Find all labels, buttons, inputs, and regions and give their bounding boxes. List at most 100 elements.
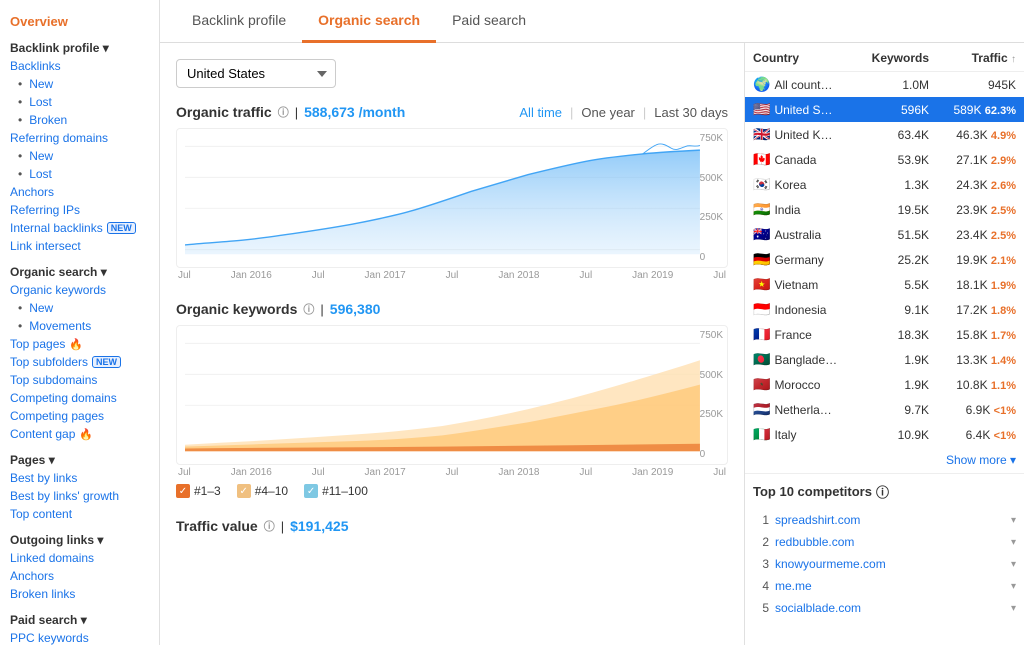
legend-item-11-100: ✓ #11–100 <box>304 484 368 498</box>
chart-y-labels-traffic: 750K 500K 250K 0 <box>700 129 723 267</box>
sidebar-item-internal-backlinks[interactable]: Internal backlinks NEW <box>0 219 159 237</box>
time-filter-all-time[interactable]: All time <box>519 105 562 120</box>
main-area: Backlink profile Organic search Paid sea… <box>160 0 1024 645</box>
list-item: 4 me.me ▾ <box>753 575 1016 597</box>
sidebar-item-link-intersect[interactable]: Link intersect <box>0 237 159 255</box>
country-cell: 🇲🇦Morocco <box>745 372 856 397</box>
time-filter-last-30-days[interactable]: Last 30 days <box>654 105 728 120</box>
sidebar-item-top-subdomains[interactable]: Top subdomains <box>0 371 159 389</box>
table-row[interactable]: 🇳🇱Netherla…9.7K6.9K <1% <box>745 397 1024 422</box>
organic-traffic-info-icon[interactable]: ⓘ <box>278 104 289 120</box>
table-row[interactable]: 🇨🇦Canada53.9K27.1K 2.9% <box>745 147 1024 172</box>
competitor-dropdown-icon[interactable]: ▾ <box>1011 537 1016 548</box>
organic-keywords-header: Organic keywords ⓘ | 596,380 <box>176 301 728 317</box>
table-row[interactable]: 🇻🇳Vietnam5.5K18.1K 1.9% <box>745 272 1024 297</box>
legend-item-4-10: ✓ #4–10 <box>237 484 288 498</box>
charts-panel: United States All countries United Kingd… <box>160 43 744 645</box>
sidebar-item-referring-domains[interactable]: Referring domains <box>0 129 159 147</box>
sidebar-item-top-pages[interactable]: Top pages 🔥 <box>0 335 159 353</box>
organic-traffic-title: Organic traffic ⓘ | 588,673 /month <box>176 104 405 120</box>
organic-traffic-chart: 750K 500K 250K 0 <box>176 128 728 268</box>
keywords-cell: 19.5K <box>856 197 937 222</box>
sidebar-section-organic-search[interactable]: Organic search ▾ <box>0 259 159 281</box>
tab-paid-search[interactable]: Paid search <box>436 0 542 43</box>
organic-keywords-title: Organic keywords ⓘ | 596,380 <box>176 301 380 317</box>
sidebar-item-top-subfolders[interactable]: Top subfolders NEW <box>0 353 159 371</box>
traffic-value-info-icon[interactable]: ⓘ <box>264 518 275 534</box>
competitor-dropdown-icon[interactable]: ▾ <box>1011 559 1016 570</box>
sidebar-section-paid-search[interactable]: Paid search ▾ <box>0 607 159 629</box>
table-row[interactable]: 🇮🇹Italy10.9K6.4K <1% <box>745 422 1024 447</box>
sidebar-item-referring-ips[interactable]: Referring IPs <box>0 201 159 219</box>
sidebar-item-organic-keywords[interactable]: Organic keywords <box>0 281 159 299</box>
sidebar-section-backlink-profile[interactable]: Backlink profile ▾ <box>0 35 159 57</box>
sidebar-item-competing-pages[interactable]: Competing pages <box>0 407 159 425</box>
traffic-cell: 6.9K <1% <box>937 397 1024 422</box>
competitor-dropdown-icon[interactable]: ▾ <box>1011 515 1016 526</box>
sidebar-section-outgoing-links[interactable]: Outgoing links ▾ <box>0 527 159 549</box>
legend-check-11-100[interactable]: ✓ <box>304 484 318 498</box>
country-cell: 🇰🇷Korea <box>745 172 856 197</box>
table-row[interactable]: 🇮🇳India19.5K23.9K 2.5% <box>745 197 1024 222</box>
sidebar-item-anchors[interactable]: Anchors <box>0 183 159 201</box>
sidebar-item-broken-links[interactable]: Broken links <box>0 585 159 603</box>
competitor-num: 1 <box>753 513 769 527</box>
sidebar-item-competing-domains[interactable]: Competing domains <box>0 389 159 407</box>
sidebar-item-outgoing-anchors[interactable]: Anchors <box>0 567 159 585</box>
table-row[interactable]: 🇲🇦Morocco1.9K10.8K 1.1% <box>745 372 1024 397</box>
sidebar-item-content-gap[interactable]: Content gap 🔥 <box>0 425 159 443</box>
sidebar-item-backlinks-lost[interactable]: Lost <box>0 93 159 111</box>
keywords-cell: 1.9K <box>856 372 937 397</box>
sidebar-section-pages[interactable]: Pages ▾ <box>0 447 159 469</box>
tab-organic-search[interactable]: Organic search <box>302 0 436 43</box>
sidebar-item-backlinks-broken[interactable]: Broken <box>0 111 159 129</box>
table-row[interactable]: 🇫🇷France18.3K15.8K 1.7% <box>745 322 1024 347</box>
legend-check-1-3[interactable]: ✓ <box>176 484 190 498</box>
competitor-num: 2 <box>753 535 769 549</box>
competitor-num: 4 <box>753 579 769 593</box>
table-row[interactable]: 🇦🇺Australia51.5K23.4K 2.5% <box>745 222 1024 247</box>
organic-traffic-chart-container: Organic traffic ⓘ | 588,673 /month All t… <box>176 104 728 281</box>
table-row[interactable]: 🇧🇩Banglade…1.9K13.3K 1.4% <box>745 347 1024 372</box>
country-cell: 🇧🇩Banglade… <box>745 347 856 372</box>
sidebar-item-best-by-links[interactable]: Best by links <box>0 469 159 487</box>
table-row[interactable]: 🌍All count…1.0M945K <box>745 72 1024 98</box>
traffic-cell: 23.4K 2.5% <box>937 222 1024 247</box>
sidebar-item-organic-keywords-movements[interactable]: Movements <box>0 317 159 335</box>
table-row[interactable]: 🇩🇪Germany25.2K19.9K 2.1% <box>745 247 1024 272</box>
sidebar-item-top-content[interactable]: Top content <box>0 505 159 523</box>
time-filter-one-year[interactable]: One year <box>581 105 634 120</box>
competitor-link[interactable]: spreadshirt.com <box>775 513 1005 527</box>
sidebar-item-best-by-links-growth[interactable]: Best by links' growth <box>0 487 159 505</box>
country-cell: 🇩🇪Germany <box>745 247 856 272</box>
country-table: Country Keywords Traffic ↑ 🌍All count…1.… <box>745 43 1024 447</box>
sidebar-item-organic-keywords-new[interactable]: New <box>0 299 159 317</box>
competitor-link[interactable]: socialblade.com <box>775 601 1005 615</box>
sidebar-item-referring-domains-new[interactable]: New <box>0 147 159 165</box>
legend-check-4-10[interactable]: ✓ <box>237 484 251 498</box>
sidebar-item-backlinks-new[interactable]: New <box>0 75 159 93</box>
tab-backlink-profile[interactable]: Backlink profile <box>176 0 302 43</box>
sidebar-item-backlinks[interactable]: Backlinks <box>0 57 159 75</box>
table-row[interactable]: 🇺🇸United S…596K589K 62.3% <box>745 97 1024 122</box>
sidebar-item-linked-domains[interactable]: Linked domains <box>0 549 159 567</box>
table-row[interactable]: 🇬🇧United K…63.4K46.3K 4.9% <box>745 122 1024 147</box>
table-row[interactable]: 🇮🇩Indonesia9.1K17.2K 1.8% <box>745 297 1024 322</box>
show-more-countries[interactable]: Show more ▾ <box>745 447 1024 473</box>
table-row[interactable]: 🇰🇷Korea1.3K24.3K 2.6% <box>745 172 1024 197</box>
col-country: Country <box>745 43 856 72</box>
competitor-dropdown-icon[interactable]: ▾ <box>1011 581 1016 592</box>
competitor-link[interactable]: knowyourmeme.com <box>775 557 1005 571</box>
sidebar-item-ppc-keywords[interactable]: PPC keywords <box>0 629 159 645</box>
sidebar-overview[interactable]: Overview <box>0 8 159 35</box>
competitor-dropdown-icon[interactable]: ▾ <box>1011 603 1016 614</box>
competitors-info-icon[interactable]: ⓘ <box>876 482 889 501</box>
country-select[interactable]: United States All countries United Kingd… <box>176 59 336 88</box>
organic-keywords-info-icon[interactable]: ⓘ <box>303 301 314 317</box>
competitor-link[interactable]: me.me <box>775 579 1005 593</box>
sidebar-item-referring-domains-lost[interactable]: Lost <box>0 165 159 183</box>
right-panel: Country Keywords Traffic ↑ 🌍All count…1.… <box>744 43 1024 645</box>
traffic-cell: 24.3K 2.6% <box>937 172 1024 197</box>
competitor-num: 3 <box>753 557 769 571</box>
competitor-link[interactable]: redbubble.com <box>775 535 1005 549</box>
